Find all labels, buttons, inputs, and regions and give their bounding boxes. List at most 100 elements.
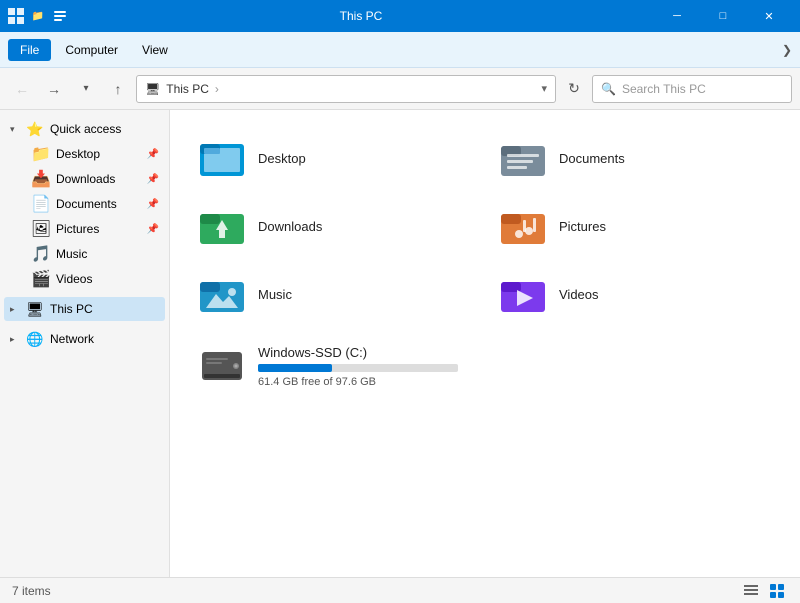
this-pc-icon: 🖥 <box>26 300 44 318</box>
drive-top: Windows-SSD (C:) 61.4 GB free of 97.6 GB <box>198 342 772 390</box>
details-view-button[interactable] <box>740 580 762 602</box>
drive-item-c[interactable]: Windows-SSD (C:) 61.4 GB free of 97.6 GB <box>186 334 784 398</box>
status-bar: 7 items <box>0 577 800 603</box>
videos-folder-name: Videos <box>559 287 599 302</box>
drive-name: Windows-SSD (C:) <box>258 345 458 360</box>
drive-section: Windows-SSD (C:) 61.4 GB free of 97.6 GB <box>186 334 784 398</box>
sidebar-item-documents[interactable]: 📄 Documents 📌 <box>4 192 165 216</box>
desktop-label: Desktop <box>56 147 147 161</box>
search-icon: 🔍 <box>601 82 616 96</box>
documents-icon <box>499 134 547 182</box>
music-icon <box>499 202 547 250</box>
view-menu[interactable]: View <box>132 39 178 61</box>
documents-folder-icon: 📄 <box>32 195 50 213</box>
music-folder-name: Pictures <box>559 219 606 234</box>
folder-item-videos[interactable]: Videos <box>487 262 784 326</box>
quick-access-label: Quick access <box>50 122 159 136</box>
music-folder-icon: 🎵 <box>32 245 50 263</box>
quick-access-star-icon: ⭐ <box>26 120 44 138</box>
folder-item-pictures[interactable]: Music <box>186 262 483 326</box>
desktop-folder-name: Desktop <box>258 151 306 166</box>
downloads-label: Downloads <box>56 172 147 186</box>
window-controls: ─ □ ✕ <box>654 0 792 32</box>
menu-bar: File Computer View ❯ <box>0 32 800 68</box>
quick-access-section: ▾ ⭐ Quick access 📁 Desktop 📌 📥 Downloads… <box>0 114 169 294</box>
network-header[interactable]: ▸ 🌐 Network <box>4 327 165 351</box>
quick-access-icon-title <box>52 8 68 24</box>
sidebar-item-music[interactable]: 🎵 Music <box>4 242 165 266</box>
videos-label: Videos <box>56 272 159 286</box>
documents-folder-name: Documents <box>559 151 625 166</box>
music-label: Music <box>56 247 159 261</box>
desktop-pin-icon: 📌 <box>147 149 159 160</box>
computer-menu[interactable]: Computer <box>55 39 128 61</box>
this-pc-label: This PC <box>50 302 159 316</box>
downloads-pin-icon: 📌 <box>147 174 159 185</box>
recent-locations-button[interactable]: ▾ <box>72 75 100 103</box>
tiles-view-button[interactable] <box>766 580 788 602</box>
address-bar[interactable]: 🖥 This PC › ▾ <box>136 75 556 103</box>
documents-pin-icon: 📌 <box>147 199 159 210</box>
pictures-folder-icon: 🖼 <box>32 220 50 238</box>
downloads-icon <box>198 202 246 250</box>
address-dropdown-chevron[interactable]: ▾ <box>541 82 547 95</box>
title-bar: 📁 This PC ─ □ ✕ <box>0 0 800 32</box>
pictures-folder-name: Music <box>258 287 292 302</box>
desktop-icon <box>198 134 246 182</box>
drive-icon <box>198 342 246 390</box>
folder-item-documents[interactable]: Documents <box>487 126 784 190</box>
refresh-button[interactable]: ↻ <box>560 75 588 103</box>
network-chevron: ▸ <box>10 334 22 345</box>
sidebar-item-downloads[interactable]: 📥 Downloads 📌 <box>4 167 165 191</box>
status-view-icons <box>740 580 788 602</box>
address-separator: › <box>215 82 219 96</box>
desktop-folder-icon: 📁 <box>32 145 50 163</box>
forward-button[interactable]: → <box>40 75 68 103</box>
close-button[interactable]: ✕ <box>746 0 792 32</box>
item-count: 7 items <box>12 584 51 598</box>
this-pc-chevron: ▸ <box>10 304 22 315</box>
address-this-pc: This PC <box>166 82 209 96</box>
toolbar: ← → ▾ ↑ 🖥 This PC › ▾ ↻ 🔍 Search This PC <box>0 68 800 110</box>
pictures-icon <box>198 270 246 318</box>
folder-item-downloads[interactable]: Downloads <box>186 194 483 258</box>
documents-label: Documents <box>56 197 147 211</box>
folder-icon-title: 📁 <box>30 8 46 24</box>
main-layout: ▾ ⭐ Quick access 📁 Desktop 📌 📥 Downloads… <box>0 110 800 577</box>
sidebar-item-desktop[interactable]: 📁 Desktop 📌 <box>4 142 165 166</box>
drive-bar-container <box>258 364 458 372</box>
search-placeholder: Search This PC <box>622 82 706 96</box>
network-icon: 🌐 <box>26 330 44 348</box>
file-menu[interactable]: File <box>8 39 51 61</box>
drive-free-space: 61.4 GB free of 97.6 GB <box>258 376 458 388</box>
sidebar-item-pictures[interactable]: 🖼 Pictures 📌 <box>4 217 165 241</box>
sidebar-item-videos[interactable]: 🎬 Videos <box>4 267 165 291</box>
up-button[interactable]: ↑ <box>104 75 132 103</box>
content-area: Desktop Documents <box>170 110 800 577</box>
quick-access-chevron: ▾ <box>10 124 22 135</box>
downloads-folder-icon: 📥 <box>32 170 50 188</box>
folders-grid: Desktop Documents <box>186 126 784 326</box>
drive-info: Windows-SSD (C:) 61.4 GB free of 97.6 GB <box>258 345 458 388</box>
quick-access-header[interactable]: ▾ ⭐ Quick access <box>4 117 165 141</box>
drive-bar <box>258 364 332 372</box>
menu-chevron: ❯ <box>782 43 792 57</box>
downloads-folder-name: Downloads <box>258 219 322 234</box>
maximize-button[interactable]: □ <box>700 0 746 32</box>
address-icon: 🖥 <box>145 82 160 96</box>
pictures-pin-icon: 📌 <box>147 224 159 235</box>
network-section: ▸ 🌐 Network <box>0 324 169 354</box>
sidebar: ▾ ⭐ Quick access 📁 Desktop 📌 📥 Downloads… <box>0 110 170 577</box>
window-title: This PC <box>68 9 654 23</box>
back-button[interactable]: ← <box>8 75 36 103</box>
folder-item-music[interactable]: Pictures <box>487 194 784 258</box>
this-pc-header[interactable]: ▸ 🖥 This PC <box>4 297 165 321</box>
pictures-label: Pictures <box>56 222 147 236</box>
folder-item-desktop[interactable]: Desktop <box>186 126 483 190</box>
title-bar-icons: 📁 <box>8 8 68 24</box>
this-pc-section: ▸ 🖥 This PC <box>0 294 169 324</box>
minimize-button[interactable]: ─ <box>654 0 700 32</box>
search-box[interactable]: 🔍 Search This PC <box>592 75 792 103</box>
network-label: Network <box>50 332 159 346</box>
app-icon <box>8 8 24 24</box>
